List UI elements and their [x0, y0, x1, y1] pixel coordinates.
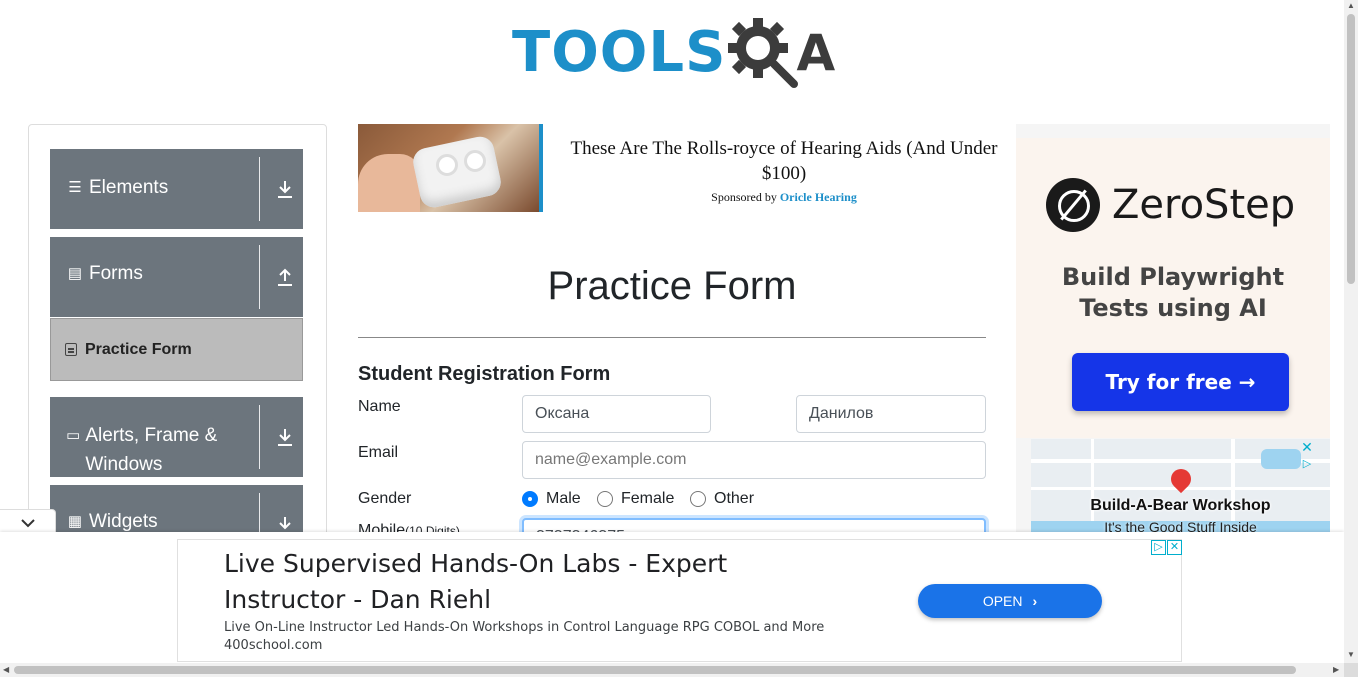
map-ad-title: Build-A-Bear Workshop [1090, 497, 1271, 514]
left-sidebar: ☰ Elements ▤ Forms Practice Form ▭ Alert… [28, 124, 327, 544]
sidebar-group-label: Alerts, Frame & Windows [85, 425, 218, 475]
browser-window-icon: ▭ [66, 427, 81, 444]
scroll-left-icon[interactable]: ◀ [3, 665, 9, 674]
sidebar-item-practice-form[interactable]: Practice Form [50, 318, 303, 381]
divider [259, 245, 260, 309]
chevron-down-icon [20, 518, 35, 527]
email-input[interactable]: name@example.com [522, 441, 986, 479]
radio-unchecked-icon [690, 491, 706, 507]
sidebar-group-label: Elements [89, 177, 169, 198]
gender-radio-female[interactable]: Female [597, 490, 674, 508]
sidebar-group-alerts[interactable]: ▭ Alerts, Frame & Windows [50, 397, 303, 477]
scrollbar-corner [1344, 663, 1358, 677]
bottom-ad-title[interactable]: Live Supervised Hands-On Labs - Expert I… [224, 546, 844, 618]
zerostep-tagline: Build Playwright Tests using AI [1061, 263, 1285, 322]
horizontal-scrollbar[interactable]: ◀ ▶ [0, 663, 1344, 677]
ad-title[interactable]: These Are The Rolls-royce of Hearing Aid… [554, 136, 1014, 186]
gender-radio-male[interactable]: Male [522, 490, 581, 508]
title-divider [358, 337, 986, 338]
radio-checked-icon [522, 491, 538, 507]
radio-label: Female [621, 490, 675, 507]
download-icon [278, 429, 292, 446]
gender-radio-other[interactable]: Other [690, 490, 754, 508]
adchoices-info-icon[interactable]: ▷ [1151, 540, 1166, 555]
form-icon [65, 343, 77, 356]
sidebar-group-label: Forms [89, 263, 143, 284]
chevron-right-icon: › [1032, 593, 1038, 609]
zerostep-brand: ZeroStep [1112, 182, 1296, 228]
adchoices: ▷ ✕ [1150, 540, 1182, 555]
download-icon [278, 181, 292, 198]
horizontal-scroll-thumb[interactable] [14, 666, 1296, 674]
try-for-free-button[interactable]: Try for free → [1072, 353, 1289, 411]
page-title: Practice Form [547, 264, 797, 308]
open-button[interactable]: OPEN › [918, 584, 1102, 618]
ad-sponsor: Sponsored by Oricle Hearing [711, 190, 857, 204]
upload-icon [278, 268, 292, 286]
divider [259, 405, 260, 469]
last-name-input[interactable]: Данилов [796, 395, 986, 433]
page: TOOLS A ☰ Elements ▤ Forms Practice Form… [0, 0, 1358, 677]
sidebar-group-elements[interactable]: ☰ Elements [50, 149, 303, 229]
close-icon[interactable]: ✕ [1300, 440, 1314, 454]
sponsor-link[interactable]: Oricle Hearing [780, 190, 857, 204]
sidebar-group-forms[interactable]: ▤ Forms [50, 237, 303, 317]
sidebar-item-label: Practice Form [85, 340, 192, 358]
name-label: Name [358, 398, 401, 415]
form-title: Student Registration Form [358, 363, 611, 385]
logo-suffix: A [796, 24, 836, 82]
ad-image [358, 124, 543, 212]
toolsqa-logo[interactable]: TOOLS A [512, 14, 836, 92]
ad-close-icon[interactable]: ✕ [1167, 540, 1182, 555]
first-name-input[interactable]: Оксана [522, 395, 711, 433]
divider [259, 157, 260, 221]
adchoices-icon[interactable]: ▷ [1300, 457, 1314, 471]
gender-label: Gender [358, 490, 412, 507]
bottom-ad-description: Live On-Line Instructor Led Hands-On Wor… [224, 620, 825, 653]
open-button-label: OPEN [982, 593, 1023, 609]
sponsored-ad[interactable]: These Are The Rolls-royce of Hearing Aid… [358, 124, 1013, 214]
hamburger-icon: ☰ [68, 179, 82, 196]
vertical-scrollbar[interactable]: ▲ ▼ [1344, 0, 1358, 663]
map-ad[interactable]: Build-A-Bear Workshop It's the Good Stuf… [1031, 439, 1330, 534]
scroll-up-icon[interactable]: ▲ [1347, 1, 1355, 10]
gear-magnifier-icon [728, 18, 799, 88]
scroll-down-icon[interactable]: ▼ [1347, 650, 1355, 659]
radio-label: Other [714, 490, 755, 507]
zerostep-ad[interactable]: ZeroStep Build Playwright Tests using AI… [1016, 138, 1330, 438]
email-label: Email [358, 444, 399, 461]
logo-text: TOOLS [512, 20, 727, 85]
radio-unchecked-icon [597, 491, 613, 507]
zerostep-logo: ZeroStep [1046, 178, 1295, 232]
right-ad[interactable]: ZeroStep Build Playwright Tests using AI… [1016, 124, 1330, 534]
bottom-ad-banner: Live Supervised Hands-On Labs - Expert I… [0, 532, 1344, 664]
vertical-scroll-thumb[interactable] [1347, 14, 1355, 284]
radio-label: Male [546, 490, 581, 507]
bottom-ad[interactable]: Live Supervised Hands-On Labs - Expert I… [177, 539, 1182, 662]
document-icon: ▤ [67, 265, 83, 282]
scroll-right-icon[interactable]: ▶ [1333, 665, 1339, 674]
zerostep-mark-icon [1046, 178, 1100, 232]
